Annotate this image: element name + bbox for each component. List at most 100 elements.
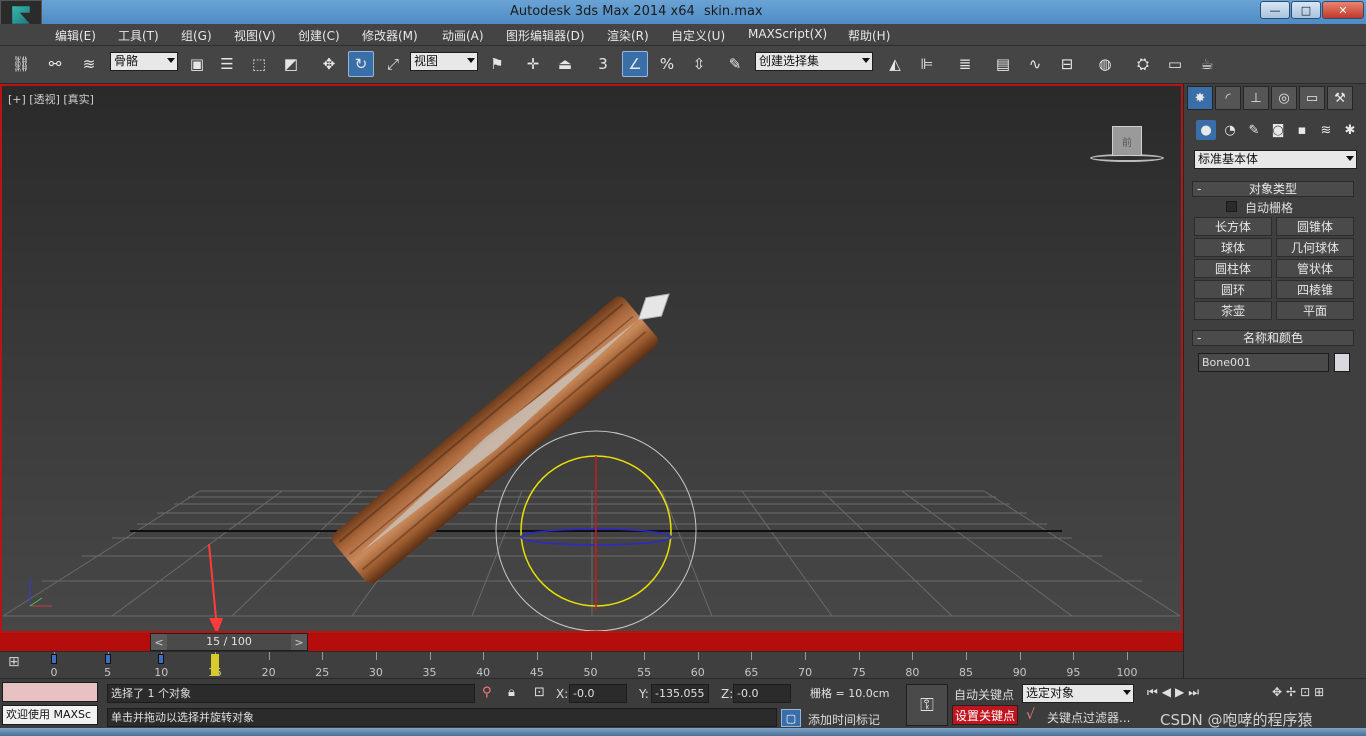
absolute-mode-icon[interactable]: ⊡ xyxy=(534,685,545,700)
close-button[interactable]: ✕ xyxy=(1322,1,1364,19)
layer-manager-icon[interactable]: ≣ xyxy=(952,51,978,77)
menu-views[interactable]: 视图(V) xyxy=(234,27,276,44)
maxscript-mini-listener-top[interactable] xyxy=(2,682,98,702)
material-editor-icon[interactable]: ◍ xyxy=(1092,51,1118,77)
maximize-button[interactable]: □ xyxy=(1291,1,1321,19)
time-next-button[interactable]: > xyxy=(291,634,307,650)
schematic-view-icon[interactable]: ⊟ xyxy=(1054,51,1080,77)
track-bar[interactable]: ⊞ 05101520253035404550556065707580859095… xyxy=(0,651,1183,679)
menu-animation[interactable]: 动画(A) xyxy=(442,27,484,44)
time-slider[interactable]: < 15 / 100 > xyxy=(150,633,308,651)
minimize-button[interactable]: — xyxy=(1260,1,1290,19)
render-setup-icon[interactable]: ⛭ xyxy=(1130,51,1156,77)
shapes-icon[interactable]: ◔ xyxy=(1220,120,1240,140)
menu-modifiers[interactable]: 修改器(M) xyxy=(362,27,418,44)
scale-icon[interactable]: ⤢ xyxy=(380,51,406,77)
motion-tab-icon[interactable]: ◎ xyxy=(1271,86,1297,110)
current-frame-marker[interactable] xyxy=(210,654,219,676)
tube-button[interactable]: 管状体 xyxy=(1276,259,1354,278)
z-coord-field[interactable]: -0.0 xyxy=(733,684,791,703)
category-dropdown[interactable]: 标准基本体 xyxy=(1194,150,1357,169)
menu-rendering[interactable]: 渲染(R) xyxy=(607,27,649,44)
auto-key-button[interactable]: 自动关键点 xyxy=(954,686,1014,703)
render-production-icon[interactable]: ☕ xyxy=(1194,51,1220,77)
rendered-frame-window-icon[interactable]: ▭ xyxy=(1162,51,1188,77)
modify-tab-icon[interactable]: ◜ xyxy=(1215,86,1241,110)
bind-space-warp-icon[interactable]: ≋ xyxy=(76,51,102,77)
window-crossing-icon[interactable]: ◩ xyxy=(278,51,304,77)
sphere-button[interactable]: 球体 xyxy=(1194,238,1272,257)
key-marker[interactable] xyxy=(158,654,165,664)
y-coord-field[interactable]: -135.055 xyxy=(651,684,709,703)
set-key-button[interactable]: 设置关键点 xyxy=(952,705,1018,725)
set-key-icon[interactable]: ⚿ xyxy=(906,684,948,726)
object-type-rollout[interactable]: - 对象类型 xyxy=(1192,181,1354,197)
cameras-icon[interactable]: ◙ xyxy=(1268,120,1288,140)
time-tag-icon[interactable]: ▢ xyxy=(781,709,801,727)
curve-editor-icon[interactable]: ∿ xyxy=(1022,51,1048,77)
angle-snap-icon[interactable]: ∠ xyxy=(622,51,648,77)
maxscript-mini-listener[interactable]: 欢迎使用 MAXSc xyxy=(2,705,98,725)
viewport-nav-controls[interactable]: ✥✢⊡⊞ xyxy=(1272,685,1328,699)
key-mode-dropdown[interactable]: 选定对象 xyxy=(1022,684,1134,703)
key-filters-button[interactable]: 关键点过滤器... xyxy=(1047,709,1130,726)
add-time-tag[interactable]: 添加时间标记 xyxy=(808,711,880,728)
menu-create[interactable]: 创建(C) xyxy=(298,27,340,44)
menu-help[interactable]: 帮助(H) xyxy=(848,27,890,44)
percent-snap-icon[interactable]: % xyxy=(654,51,680,77)
key-marker[interactable] xyxy=(104,654,111,664)
link-icon[interactable]: ⛓ xyxy=(8,51,34,77)
cone-button[interactable]: 圆锥体 xyxy=(1276,217,1354,236)
menu-graph-editors[interactable]: 图形编辑器(D) xyxy=(506,27,585,44)
graphite-toolbar-icon[interactable]: ▤ xyxy=(990,51,1016,77)
systems-icon[interactable]: ✱ xyxy=(1340,120,1360,140)
plane-button[interactable]: 平面 xyxy=(1276,301,1354,320)
teapot-button[interactable]: 茶壶 xyxy=(1194,301,1272,320)
torus-button[interactable]: 圆环 xyxy=(1194,280,1272,299)
pivot-center-icon[interactable]: ⚑ xyxy=(484,51,510,77)
playback-controls[interactable]: ⏮◀▶⏭ xyxy=(1147,685,1203,700)
lights-icon[interactable]: ✎ xyxy=(1244,120,1264,140)
key-filters-icon[interactable]: √ xyxy=(1026,707,1035,723)
utilities-tab-icon[interactable]: ⚒ xyxy=(1327,86,1353,110)
selection-filter-dropdown[interactable]: 骨骼 xyxy=(110,52,178,71)
mirror-icon[interactable]: ◭ xyxy=(882,51,908,77)
create-tab-icon[interactable]: ✸ xyxy=(1187,86,1213,110)
autogrid-checkbox[interactable] xyxy=(1226,201,1237,212)
time-prev-button[interactable]: < xyxy=(151,634,167,650)
name-color-rollout[interactable]: - 名称和颜色 xyxy=(1192,330,1354,346)
display-tab-icon[interactable]: ▭ xyxy=(1299,86,1325,110)
menu-group[interactable]: 组(G) xyxy=(181,27,212,44)
named-selection-dropdown[interactable]: 创建选择集 xyxy=(755,52,873,71)
hierarchy-tab-icon[interactable]: ⊥ xyxy=(1243,86,1269,110)
geometry-icon[interactable]: ● xyxy=(1196,120,1216,140)
object-name-field[interactable]: Bone001 xyxy=(1198,353,1329,372)
cylinder-button[interactable]: 圆柱体 xyxy=(1194,259,1272,278)
align-icon[interactable]: ⊫ xyxy=(914,51,940,77)
geosphere-button[interactable]: 几何球体 xyxy=(1276,238,1354,257)
keyboard-shortcut-override-icon[interactable]: ⏏ xyxy=(552,51,578,77)
reference-coord-dropdown[interactable]: 视图 xyxy=(410,52,478,71)
select-by-name-icon[interactable]: ☰ xyxy=(214,51,240,77)
snaps-toggle-icon[interactable]: 3 xyxy=(590,51,616,77)
spinner-snap-icon[interactable]: ⇳ xyxy=(686,51,712,77)
box-button[interactable]: 长方体 xyxy=(1194,217,1272,236)
helpers-icon[interactable]: ▪ xyxy=(1292,120,1312,140)
select-object-icon[interactable]: ▣ xyxy=(184,51,210,77)
rotate-icon[interactable]: ↻ xyxy=(348,51,374,77)
select-manipulate-icon[interactable]: ✛ xyxy=(520,51,546,77)
menu-maxscript[interactable]: MAXScript(X) xyxy=(748,27,827,41)
x-coord-field[interactable]: -0.0 xyxy=(569,684,627,703)
space-warps-icon[interactable]: ≋ xyxy=(1316,120,1336,140)
move-icon[interactable]: ✥ xyxy=(316,51,342,77)
perspective-viewport[interactable]: [+] [透视] [真实] 前 xyxy=(0,84,1183,633)
rect-selection-region-icon[interactable]: ⬚ xyxy=(246,51,272,77)
edit-named-selection-icon[interactable]: ✎ xyxy=(722,51,748,77)
object-color-swatch[interactable] xyxy=(1334,353,1350,372)
unlink-icon[interactable]: ⚯ xyxy=(42,51,68,77)
lock-selection-icon[interactable]: 🔒︎ xyxy=(508,685,515,700)
pyramid-button[interactable]: 四棱锥 xyxy=(1276,280,1354,299)
menu-customize[interactable]: 自定义(U) xyxy=(671,27,725,44)
menu-edit[interactable]: 编辑(E) xyxy=(55,27,96,44)
isolate-selection-icon[interactable]: ⚲ xyxy=(482,685,492,700)
